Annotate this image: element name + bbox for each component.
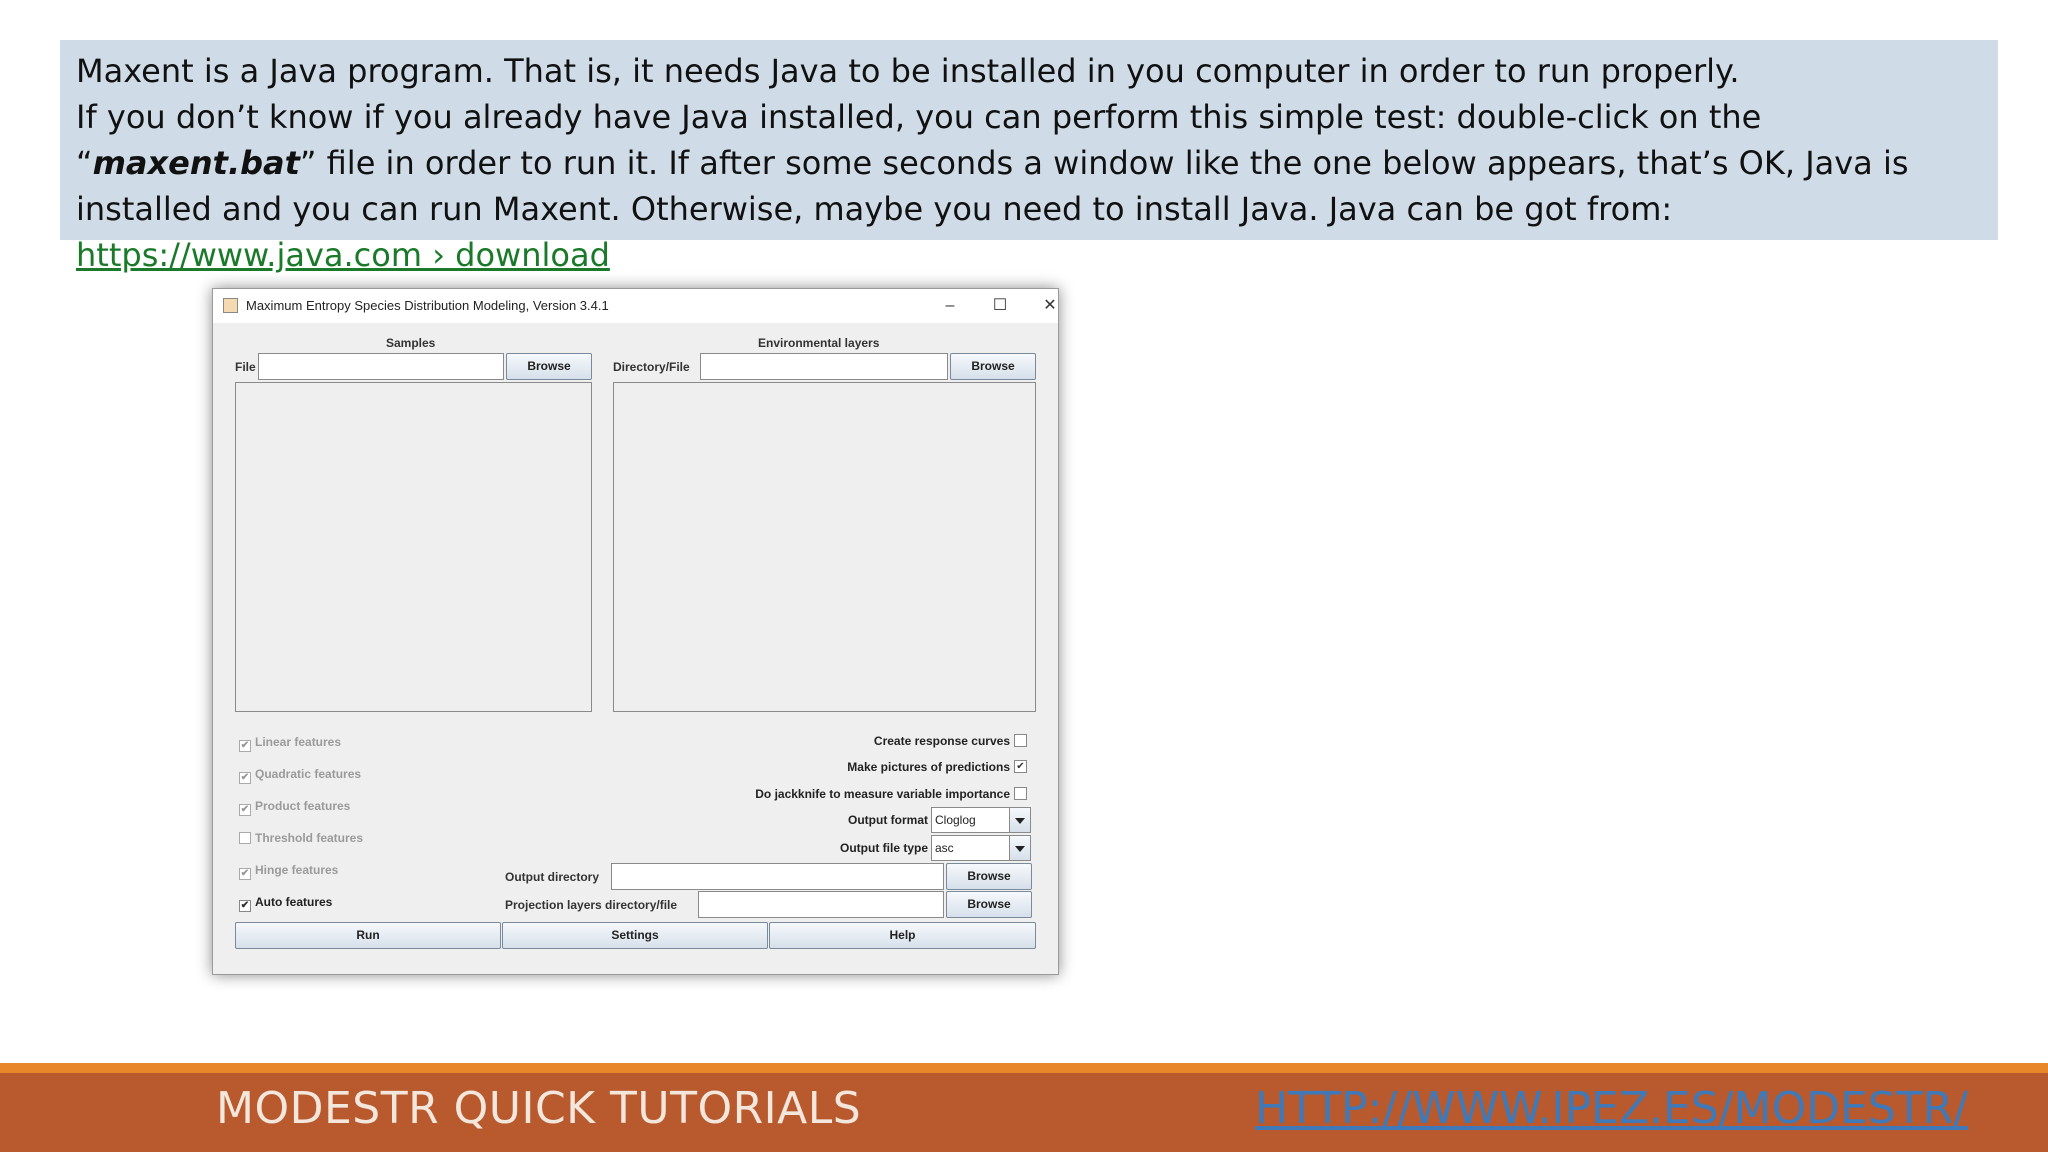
footer-website-link[interactable]: HTTP://WWW.IPEZ.ES/MODESTR/ bbox=[1255, 1083, 1968, 1134]
output-file-type-value: asc bbox=[935, 841, 954, 855]
intro-paragraph: If you don’t know if you already have Ja… bbox=[76, 94, 1982, 278]
run-button[interactable]: Run bbox=[235, 922, 501, 949]
footer-bar: MODESTR QUICK TUTORIALS HTTP://WWW.IPEZ.… bbox=[0, 1073, 2048, 1152]
threshold-features-label: Threshold features bbox=[255, 831, 364, 845]
checkbox-hinge[interactable]: ✔ bbox=[239, 868, 251, 880]
samples-file-label: File bbox=[235, 360, 256, 374]
chevron-down-icon[interactable] bbox=[1009, 836, 1030, 860]
checkbox-linear[interactable]: ✔ bbox=[239, 740, 251, 752]
linear-features-checkbox[interactable]: ✔ Linear features bbox=[239, 735, 341, 752]
checkbox-auto[interactable]: ✔ bbox=[239, 900, 251, 912]
auto-features-label: Auto features bbox=[255, 895, 333, 909]
samples-header: Samples bbox=[386, 336, 436, 350]
footer-title: MODESTR QUICK TUTORIALS bbox=[216, 1083, 862, 1134]
pictures-label: Make pictures of predictions bbox=[847, 760, 1010, 774]
output-file-type-select[interactable]: asc bbox=[931, 835, 1031, 861]
window-title: Maximum Entropy Species Distribution Mod… bbox=[246, 298, 609, 313]
quadratic-features-label: Quadratic features bbox=[255, 767, 362, 781]
maxent-window: Maximum Entropy Species Distribution Mod… bbox=[212, 288, 1059, 975]
samples-browse-button[interactable]: Browse bbox=[506, 353, 592, 380]
minimize-button[interactable]: – bbox=[930, 293, 970, 319]
auto-features-checkbox[interactable]: ✔ Auto features bbox=[239, 895, 332, 912]
hinge-features-label: Hinge features bbox=[255, 863, 339, 877]
close-button[interactable]: ✕ bbox=[1030, 293, 1070, 319]
env-directory-input[interactable] bbox=[700, 353, 948, 380]
env-layers-header: Environmental layers bbox=[758, 336, 880, 350]
threshold-features-checkbox[interactable]: Threshold features bbox=[239, 831, 363, 845]
projection-layers-input[interactable] bbox=[698, 891, 944, 918]
pictures-checkbox[interactable]: ✔ bbox=[1014, 760, 1027, 773]
jackknife-label: Do jackknife to measure variable importa… bbox=[755, 787, 1010, 801]
output-directory-label: Output directory bbox=[505, 870, 600, 884]
intro-line-2-end: ” file in order to run it. If after some… bbox=[76, 144, 1909, 228]
output-format-label: Output format bbox=[848, 813, 928, 827]
output-format-value: Cloglog bbox=[935, 813, 976, 827]
checkbox-product[interactable]: ✔ bbox=[239, 804, 251, 816]
settings-button[interactable]: Settings bbox=[502, 922, 768, 949]
hinge-features-checkbox[interactable]: ✔ Hinge features bbox=[239, 863, 338, 880]
output-file-type-label: Output file type bbox=[840, 841, 928, 855]
response-curves-label: Create response curves bbox=[873, 734, 1010, 748]
java-app-icon bbox=[223, 298, 238, 313]
java-download-link[interactable]: https://www.java.com › download bbox=[76, 236, 610, 274]
jackknife-checkbox[interactable] bbox=[1014, 787, 1027, 800]
intro-text-box: Maxent is a Java program. That is, it ne… bbox=[60, 40, 1998, 274]
projection-layers-label: Projection layers directory/file bbox=[505, 898, 678, 912]
product-features-label: Product features bbox=[255, 799, 351, 813]
env-directory-label: Directory/File bbox=[613, 360, 690, 374]
output-directory-input[interactable] bbox=[611, 863, 944, 890]
checkbox-threshold[interactable] bbox=[239, 832, 251, 844]
window-titlebar[interactable]: Maximum Entropy Species Distribution Mod… bbox=[213, 289, 1058, 323]
help-button[interactable]: Help bbox=[769, 922, 1036, 949]
env-browse-button[interactable]: Browse bbox=[950, 353, 1036, 380]
footer-accent-line bbox=[0, 1063, 2048, 1073]
output-format-select[interactable]: Cloglog bbox=[931, 807, 1031, 833]
response-curves-checkbox[interactable] bbox=[1014, 734, 1027, 747]
output-directory-browse-button[interactable]: Browse bbox=[946, 863, 1032, 890]
intro-line-1: Maxent is a Java program. That is, it ne… bbox=[76, 52, 1740, 90]
samples-list[interactable] bbox=[235, 382, 592, 712]
maximize-button[interactable]: ☐ bbox=[980, 293, 1020, 319]
maxent-bat-filename: maxent.bat bbox=[92, 144, 300, 182]
env-layers-list[interactable] bbox=[613, 382, 1036, 712]
chevron-down-icon[interactable] bbox=[1009, 808, 1030, 832]
product-features-checkbox[interactable]: ✔ Product features bbox=[239, 799, 350, 816]
checkbox-quadratic[interactable]: ✔ bbox=[239, 772, 251, 784]
samples-file-input[interactable] bbox=[258, 353, 504, 380]
linear-features-label: Linear features bbox=[255, 735, 342, 749]
quadratic-features-checkbox[interactable]: ✔ Quadratic features bbox=[239, 767, 361, 784]
projection-browse-button[interactable]: Browse bbox=[946, 891, 1032, 918]
